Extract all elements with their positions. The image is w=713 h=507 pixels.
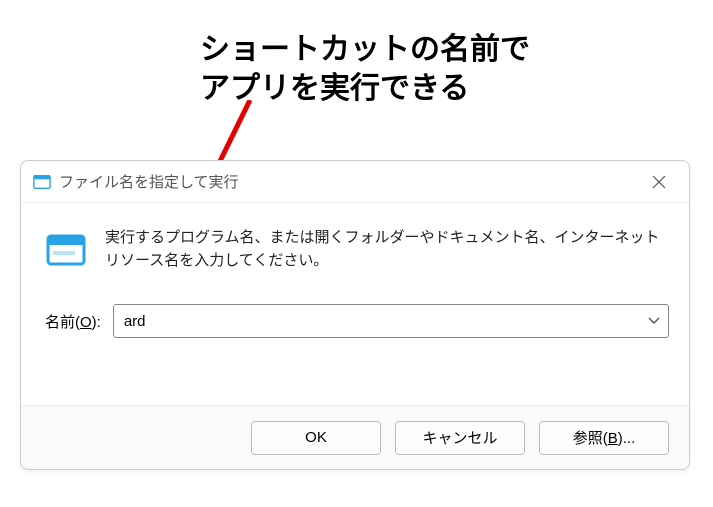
button-row: OK キャンセル 参照(B)...	[21, 405, 689, 469]
input-row: 名前(O):	[45, 304, 669, 338]
dialog-content: 実行するプログラム名、または開くフォルダーやドキュメント名、インターネット リソ…	[21, 203, 689, 338]
close-icon	[652, 175, 666, 189]
cancel-button[interactable]: キャンセル	[395, 421, 525, 455]
dialog-title: ファイル名を指定して実行	[59, 171, 637, 192]
annotation-line-1: ショートカットの名前で	[200, 33, 530, 66]
chevron-down-icon[interactable]	[640, 314, 668, 328]
name-input[interactable]	[114, 313, 640, 330]
run-dialog: ファイル名を指定して実行 実行するプログラム名、または開くフォルダーやドキュメン…	[20, 160, 690, 470]
run-dialog-icon	[33, 173, 51, 191]
annotation-text: ショートカットの名前で アプリを実行できる	[200, 30, 530, 108]
ok-button[interactable]: OK	[251, 421, 381, 455]
description-row: 実行するプログラム名、または開くフォルダーやドキュメント名、インターネット リソ…	[45, 227, 669, 272]
annotation-line-2: アプリを実行できる	[200, 72, 469, 105]
browse-button[interactable]: 参照(B)...	[539, 421, 669, 455]
name-combobox[interactable]	[113, 304, 669, 338]
run-big-icon	[45, 229, 87, 271]
input-label: 名前(O):	[45, 311, 101, 332]
dialog-description: 実行するプログラム名、または開くフォルダーやドキュメント名、インターネット リソ…	[105, 227, 669, 272]
titlebar: ファイル名を指定して実行	[21, 161, 689, 203]
close-button[interactable]	[637, 161, 681, 202]
